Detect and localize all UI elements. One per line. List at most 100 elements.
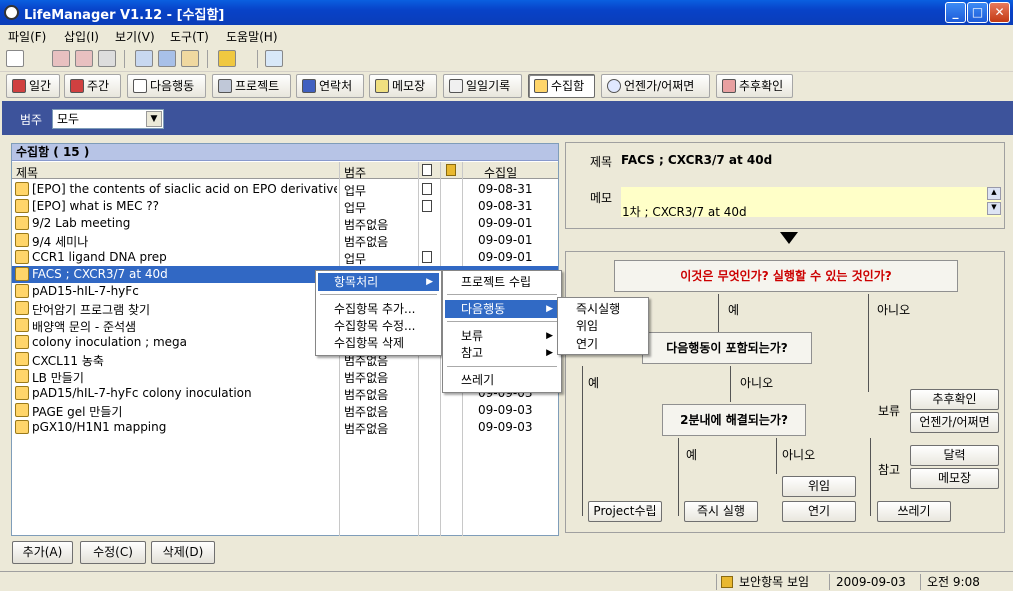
title-bar: LifeManager V1.12 - [수집함] _ □ ✕ (0, 0, 1013, 25)
nav-someday[interactable]: 언젠가/어쩌면 (601, 74, 710, 98)
label-yes-2: 예 (588, 376, 600, 390)
menu-item-add[interactable]: 수집항목 추가... (318, 300, 439, 318)
new-icon[interactable] (6, 50, 24, 67)
inbox-item-icon (15, 318, 29, 332)
status-secure: 보안항목 보임 (716, 574, 826, 590)
memo-field[interactable]: 1차 ; CXCR3/7 at 40d ▲ ▼ (621, 187, 1001, 219)
nav-followup[interactable]: 추후확인 (716, 74, 793, 98)
chevron-down-icon[interactable]: ▼ (146, 111, 162, 127)
scroll-down-icon[interactable]: ▼ (987, 202, 1001, 215)
followup-button[interactable]: 추후확인 (910, 389, 999, 410)
minimize-button[interactable]: _ (945, 2, 966, 23)
memo-column-icon[interactable] (422, 164, 432, 176)
table-row[interactable]: 9/2 Lab meeting 범주없음 09-09-01 (12, 215, 558, 232)
view-toolbar: 일간 주간 다음행동 프로젝트 연락처 메모장 일일기록 수집함 언젠가/어쩌면… (0, 73, 1013, 100)
scroll-up-icon[interactable]: ▲ (987, 187, 1001, 200)
status-date: 2009-09-03 (829, 574, 913, 590)
nav-daily[interactable]: 일간 (6, 74, 60, 98)
search-icon[interactable] (265, 50, 283, 67)
edit-button[interactable]: 수정(C) (80, 541, 146, 564)
label-yes-1: 예 (728, 303, 740, 317)
label-no-3: 아니오 (782, 448, 816, 462)
calendar-day-icon (12, 79, 26, 93)
lock-column-icon[interactable] (446, 164, 456, 176)
menu-item-delegate[interactable]: 위임 (560, 317, 646, 335)
row-category: 범주없음 (344, 405, 389, 419)
menu-item-defer[interactable]: 연기 (560, 335, 646, 353)
inbox-item-icon (15, 403, 29, 417)
detail-title-label: 제목 (590, 155, 613, 169)
memo-icon (375, 79, 389, 93)
nav-weekly[interactable]: 주간 (64, 74, 121, 98)
col-title[interactable]: 제목 (16, 164, 38, 181)
label-chamgo: 참고 (878, 463, 901, 477)
category-select[interactable]: 모두 ▼ (52, 109, 164, 129)
table-row[interactable]: PAGE gel 만들기 범주없음 09-09-03 (12, 402, 558, 419)
menu-item-next-action[interactable]: 다음행동 ▶ (445, 300, 559, 318)
row-category: 업무 (344, 201, 367, 215)
row-category: 범주없음 (344, 218, 389, 232)
close-button[interactable]: ✕ (989, 2, 1010, 23)
delegate-button[interactable]: 위임 (782, 476, 856, 497)
calendar-button[interactable]: 달력 (910, 445, 999, 466)
col-category[interactable]: 범주 (344, 164, 366, 181)
followup-icon (722, 79, 736, 93)
maximize-button[interactable]: □ (967, 2, 988, 23)
export-icon[interactable] (75, 50, 93, 67)
row-title: FACS ; CXCR3/7 at 40d (32, 267, 168, 281)
book-icon[interactable] (158, 50, 176, 67)
nav-next-action[interactable]: 다음행동 (127, 74, 206, 98)
trash-button[interactable]: 쓰레기 (877, 501, 951, 522)
delete-button[interactable]: 삭제(D) (151, 541, 215, 564)
row-date: 09-09-01 (478, 233, 533, 247)
standard-toolbar (0, 46, 1013, 72)
add-button[interactable]: 추가(A) (12, 541, 73, 564)
row-title: pAD15/hIL-7-hyFc colony inoculation (32, 386, 252, 400)
menu-item-do-now[interactable]: 즉시실행 (560, 300, 646, 318)
menu-tools[interactable]: 도구(T) (170, 28, 209, 45)
menu-item-delete[interactable]: 수집항목 삭제 (318, 334, 439, 352)
row-date: 09-08-31 (478, 199, 533, 213)
someday-button[interactable]: 언젠가/어쩌면 (910, 412, 999, 433)
menu-insert[interactable]: 삽입(I) (64, 28, 99, 45)
do-now-button[interactable]: 즉시 실행 (684, 501, 758, 522)
table-row[interactable]: 9/4 세미나 범주없음 09-09-01 (12, 232, 558, 249)
menu-view[interactable]: 보기(V) (115, 28, 155, 45)
table-row[interactable]: pGX10/H1N1 mapping 범주없음 09-09-03 (12, 419, 558, 436)
row-title: 단어암기 프로그램 찾기 (32, 303, 151, 317)
label-boryu: 보류 (878, 404, 901, 418)
menu-item-edit[interactable]: 수집항목 수정... (318, 317, 439, 335)
project-button[interactable]: Project수립 (588, 501, 662, 522)
table-row[interactable]: CCR1 ligand DNA prep 업무 09-09-01 (12, 249, 558, 266)
nav-project[interactable]: 프로젝트 (212, 74, 291, 98)
tools-icon[interactable] (181, 50, 199, 67)
import-icon[interactable] (52, 50, 70, 67)
nav-journal[interactable]: 일일기록 (443, 74, 522, 98)
memo-icon (422, 251, 432, 263)
print-icon[interactable] (98, 50, 116, 67)
lock-icon[interactable] (218, 50, 236, 67)
table-row[interactable]: [EPO] what is MEC ?? 업무 09-08-31 (12, 198, 558, 215)
menu-file[interactable]: 파일(F) (8, 28, 46, 45)
menu-item-process[interactable]: 항목처리 ▶ (318, 273, 439, 291)
menu-item-project[interactable]: 프로젝트 수립 (445, 273, 559, 291)
table-row[interactable]: [EPO] the contents of siaclic acid on EP… (12, 181, 558, 198)
menu-item-hold[interactable]: 보류 ▶ (445, 327, 559, 345)
menu-item-trash[interactable]: 쓰레기 (445, 371, 559, 389)
question-next-action: 다음행동이 포함되는가? (642, 332, 812, 364)
inbox-item-icon (15, 420, 29, 434)
menu-help[interactable]: 도움말(H) (226, 28, 278, 45)
category-filter-bar: 범주 모두 ▼ (2, 101, 1013, 135)
nav-contacts[interactable]: 연락처 (296, 74, 364, 98)
row-title: 9/2 Lab meeting (32, 216, 131, 230)
label-no-2: 아니오 (740, 376, 774, 390)
menu-item-reference[interactable]: 참고 ▶ (445, 344, 559, 362)
nav-memo[interactable]: 메모장 (369, 74, 437, 98)
calendar-icon[interactable] (135, 50, 153, 67)
row-title: pAD15-hIL-7-hyFc (32, 284, 139, 298)
defer-button[interactable]: 연기 (782, 501, 856, 522)
col-date[interactable]: 수집일 (484, 164, 517, 181)
window-title: LifeManager V1.12 - [수집함] (24, 8, 225, 23)
nav-inbox[interactable]: 수집함 (528, 74, 595, 98)
memo-button[interactable]: 메모장 (910, 468, 999, 489)
